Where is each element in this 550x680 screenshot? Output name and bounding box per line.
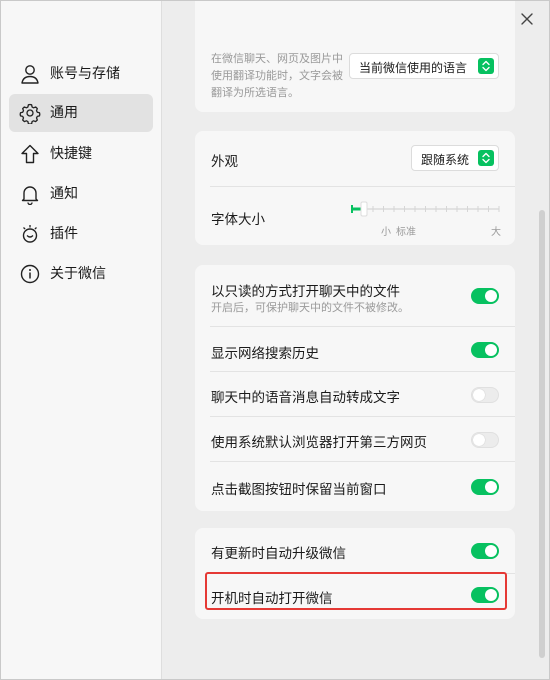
dropdown-value: 当前微信使用的语言 xyxy=(359,61,468,75)
setting-label: 点击截图按钮时保留当前窗口 xyxy=(211,482,387,498)
translate-description: 在微信聊天、网页及图片中使用翻译功能时，文字会被翻译为所选语言。 xyxy=(211,52,343,99)
sidebar-item-plugins[interactable]: 插件 xyxy=(9,215,153,253)
close-button[interactable] xyxy=(516,8,538,30)
divider xyxy=(210,461,515,462)
sidebar-item-label: 通知 xyxy=(50,186,78,202)
auto-update-toggle[interactable] xyxy=(471,543,499,559)
font-size-slider[interactable] xyxy=(348,199,503,219)
voice-to-text-toggle[interactable] xyxy=(471,387,499,403)
dropdown-value: 跟随系统 xyxy=(421,153,470,167)
sidebar-item-label: 账号与存储 xyxy=(50,66,120,82)
scrollbar-thumb[interactable] xyxy=(539,210,545,658)
setting-label: 使用系统默认浏览器打开第三方网页 xyxy=(211,435,427,451)
sidebar-item-notifications[interactable]: 通知 xyxy=(9,175,153,213)
setting-label: 显示网络搜索历史 xyxy=(211,346,319,362)
sidebar-item-label: 插件 xyxy=(50,226,78,242)
appearance-card: 外观 跟随系统 字体大小 小 标准 大 xyxy=(195,131,515,245)
sidebar-item-label: 通用 xyxy=(50,105,78,121)
sidebar-item-shortcuts[interactable]: 快捷键 xyxy=(9,135,153,173)
info-icon xyxy=(19,263,41,285)
chevron-updown-icon xyxy=(478,58,494,74)
divider xyxy=(210,326,515,327)
sidebar-item-label: 快捷键 xyxy=(50,146,92,162)
readonly-files-toggle[interactable] xyxy=(471,288,499,304)
setting-label: 有更新时自动升级微信 xyxy=(211,546,346,562)
sidebar-item-about[interactable]: 关于微信 xyxy=(9,255,153,293)
divider xyxy=(210,186,515,187)
slider-standard-label: 标准 xyxy=(396,227,416,238)
slider-large-label: 大 xyxy=(491,227,501,238)
translate-card: 在微信聊天、网页及图片中使用翻译功能时，文字会被翻译为所选语言。 当前微信使用的… xyxy=(195,1,515,112)
shortcut-icon xyxy=(19,143,41,165)
translate-language-dropdown[interactable]: 当前微信使用的语言 xyxy=(349,53,499,79)
sidebar-item-general[interactable]: 通用 xyxy=(9,94,153,132)
setting-label: 聊天中的语音消息自动转成文字 xyxy=(211,390,400,406)
sidebar-item-account-storage[interactable]: 账号与存储 xyxy=(9,55,153,93)
system-browser-toggle[interactable] xyxy=(471,432,499,448)
setting-label: 以只读的方式打开聊天中的文件 xyxy=(211,284,400,300)
divider xyxy=(210,371,515,372)
divider xyxy=(210,416,515,417)
close-icon xyxy=(521,13,533,25)
sidebar: 账号与存储 通用 快捷键 通知 插件 关于微信 xyxy=(1,1,162,679)
chevron-updown-icon xyxy=(478,150,494,166)
chat-settings-card: 以只读的方式打开聊天中的文件 开启后，可保护聊天中的文件不被修改。 显示网络搜索… xyxy=(195,265,515,511)
sidebar-item-label: 关于微信 xyxy=(50,266,106,282)
gear-icon xyxy=(19,102,41,124)
keep-window-toggle[interactable] xyxy=(471,479,499,495)
appearance-label: 外观 xyxy=(211,154,238,170)
highlight-box xyxy=(205,572,507,610)
appearance-dropdown[interactable]: 跟随系统 xyxy=(411,145,499,171)
setting-sublabel: 开启后，可保护聊天中的文件不被修改。 xyxy=(211,301,409,314)
plugin-icon xyxy=(19,223,41,245)
search-history-toggle[interactable] xyxy=(471,342,499,358)
font-size-label: 字体大小 xyxy=(211,212,265,228)
slider-small-label: 小 xyxy=(381,227,391,238)
person-icon xyxy=(19,63,41,85)
bell-icon xyxy=(19,183,41,205)
